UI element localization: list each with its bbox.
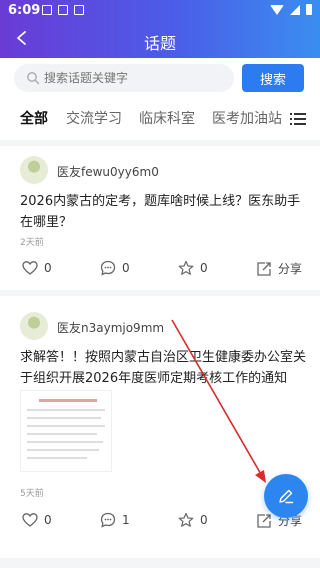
page-title: 话题 <box>143 34 176 53</box>
comment-bubble-icon <box>100 260 116 276</box>
post-username[interactable]: 医友n3aymjo9mm <box>57 319 164 336</box>
star-icon <box>178 512 194 527</box>
comment-count: 1 <box>122 513 130 527</box>
post-image-thumbnail[interactable] <box>20 390 112 472</box>
favorite-button[interactable]: 0 <box>178 260 208 276</box>
post-text[interactable]: 2026内蒙古的定考，题库啥时候上线？医东助手在哪里？ <box>20 191 310 233</box>
system-icons <box>270 4 312 15</box>
app-header: 6:09 话题 <box>0 0 320 58</box>
section-divider <box>0 558 320 568</box>
favorite-count: 0 <box>200 513 208 527</box>
pencil-edit-icon <box>279 489 294 504</box>
tab-exam-station[interactable]: 医考加油站 <box>212 108 282 128</box>
comment-button[interactable]: 1 <box>100 512 130 528</box>
status-time: 6:09 <box>8 3 41 18</box>
favorite-count: 0 <box>200 261 208 275</box>
app-notification-icon <box>74 5 84 15</box>
avatar[interactable] <box>20 312 48 340</box>
category-tabs: 全部 交流学习 临床科室 医考加油站 <box>0 108 320 132</box>
tab-clinical-department[interactable]: 临床科室 <box>139 108 195 128</box>
share-icon <box>257 513 271 528</box>
share-icon <box>257 261 271 276</box>
post-username[interactable]: 医友fewu0yy6m0 <box>57 163 159 180</box>
create-post-button[interactable] <box>264 474 308 518</box>
search-icon <box>27 72 40 85</box>
search-input[interactable] <box>44 71 224 85</box>
like-count: 0 <box>44 513 52 527</box>
heart-icon <box>22 261 38 275</box>
list-menu-icon[interactable] <box>290 112 306 126</box>
favorite-button[interactable]: 0 <box>178 512 208 528</box>
share-label: 分享 <box>278 262 303 276</box>
star-icon <box>178 260 194 275</box>
battery-icon <box>306 4 312 15</box>
post-time: 2天前 <box>20 238 44 248</box>
comment-count: 0 <box>122 261 130 275</box>
share-button[interactable]: 分享 <box>256 260 302 277</box>
like-count: 0 <box>44 261 52 275</box>
comment-bubble-icon <box>100 512 116 528</box>
like-button[interactable]: 0 <box>22 512 52 528</box>
like-button[interactable]: 0 <box>22 260 52 276</box>
comment-button[interactable]: 0 <box>100 260 130 276</box>
avatar[interactable] <box>20 156 48 184</box>
image-notification-icon <box>58 5 68 15</box>
search-box[interactable] <box>14 64 234 92</box>
notification-square-icon <box>42 5 52 15</box>
search-button[interactable]: 搜索 <box>242 64 304 92</box>
tab-study-exchange[interactable]: 交流学习 <box>66 108 122 128</box>
post-card[interactable]: 医友fewu0yy6m0 2026内蒙古的定考，题库啥时候上线？医东助手在哪里？… <box>0 146 320 290</box>
post-time: 5天前 <box>20 489 44 499</box>
wifi-icon <box>270 4 284 15</box>
tab-all[interactable]: 全部 <box>20 108 48 128</box>
notification-icons <box>42 5 84 15</box>
status-bar: 6:09 <box>0 0 320 22</box>
heart-icon <box>22 513 38 527</box>
signal-icon <box>290 4 300 15</box>
